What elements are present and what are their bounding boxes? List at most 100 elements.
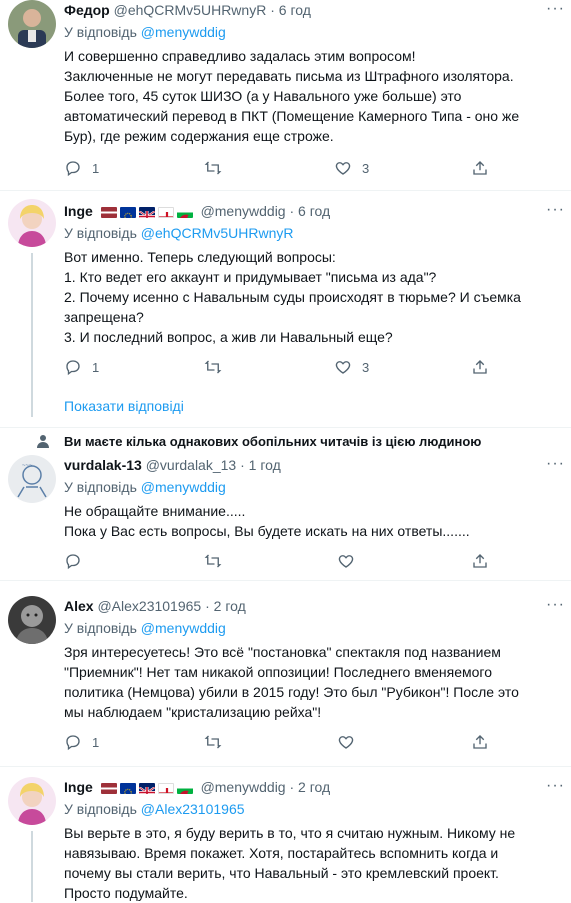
reply-count: 1	[92, 734, 100, 750]
author-handle[interactable]: @menywddig	[201, 779, 286, 795]
share-icon	[473, 360, 487, 374]
tweet-text: И совершенно справедливо задалась этим в…	[64, 46, 555, 146]
like-button[interactable]: 3	[334, 158, 369, 178]
tweet-3[interactable]: ~~~ vurdalak-13 @vurdalak_13 · 1 год У в…	[0, 455, 571, 580]
avatar-fedor[interactable]	[8, 0, 56, 48]
tweet-text-line: 1. Кто ведет его аккаунт и придумывает "…	[64, 269, 437, 285]
more-icon[interactable]: ···	[546, 201, 565, 219]
avatar-inge[interactable]	[8, 777, 56, 825]
reply-button[interactable]: 1	[64, 158, 99, 178]
tweet-text-line: автоматический перевод в ПКТ (Помещение …	[64, 108, 520, 124]
retweet-icon	[204, 161, 222, 175]
retweet-button[interactable]	[204, 551, 222, 571]
tweet-time[interactable]: 2 год	[214, 598, 246, 614]
flag-uk	[138, 782, 155, 794]
reply-context: У відповідь @ehQCRMv5UHRwnyR	[64, 223, 555, 243]
mutual-followers-note: Ви маєте кілька однакових обопільних чит…	[64, 434, 482, 449]
tweet-text-line: навязываю. Время покажет. Хотя, постарай…	[64, 845, 499, 861]
more-icon[interactable]: ···	[546, 0, 565, 18]
author-name[interactable]: Alex	[64, 598, 94, 614]
tweet-text-line: Бур), где режим содержания еще строже.	[64, 128, 334, 144]
share-button[interactable]	[471, 732, 489, 752]
more-icon[interactable]: ···	[546, 596, 565, 614]
avatar-inge[interactable]	[8, 199, 56, 247]
author-name[interactable]: Inge	[64, 779, 93, 795]
tweet-text-line: Заключенные не могут передавать письма и…	[64, 68, 514, 84]
tweet-2[interactable]: Inge @menywddig · 6 год У відповідь @ehQ…	[0, 191, 571, 427]
reply-prefix: У відповідь	[64, 479, 137, 495]
tweet-time[interactable]: 6 год	[279, 2, 311, 18]
tweet-text-line: И совершенно справедливо задалась этим в…	[64, 48, 416, 64]
reply-to-handle[interactable]: @menywddig	[141, 24, 226, 40]
action-bar: 1 3	[64, 158, 494, 178]
tweet-1[interactable]: Федор @ehQCRMv5UHRwnyR · 6 год У відпові…	[0, 0, 571, 190]
tweet-text: Вы верьте в это, я буду верить в то, что…	[64, 823, 555, 903]
reply-to-handle[interactable]: @menywddig	[141, 479, 226, 495]
tweet-5[interactable]: Inge @menywddig · 2 год У відповідь @Ale…	[0, 777, 571, 902]
author-name[interactable]: Inge	[64, 203, 93, 219]
tweet-header: Inge @menywddig · 6 год	[64, 201, 555, 221]
reply-to-handle[interactable]: @Alex23101965	[141, 801, 245, 817]
tweet-text-line: 3. И последний вопрос, а жив ли Навальны…	[64, 329, 393, 345]
tweet-text-line: Просто подумайте.	[64, 885, 188, 901]
reply-icon	[66, 360, 80, 376]
share-icon	[473, 161, 487, 175]
retweet-icon	[204, 554, 222, 568]
author-name[interactable]: vurdalak-13	[64, 457, 142, 473]
reply-prefix: У відповідь	[64, 620, 137, 636]
share-icon	[473, 554, 487, 568]
author-handle[interactable]: @ehQCRMv5UHRwnyR	[114, 2, 267, 18]
share-button[interactable]	[471, 551, 489, 571]
tweet-time[interactable]: 1 год	[249, 457, 281, 473]
reply-button[interactable]: 1	[64, 732, 99, 752]
tweet-header: Alex @Alex23101965 · 2 год	[64, 596, 555, 616]
tweet-text-line: запрещена?	[64, 309, 144, 325]
like-button[interactable]	[337, 732, 355, 752]
avatar-alex[interactable]	[8, 596, 56, 644]
author-handle[interactable]: @Alex23101965	[97, 598, 201, 614]
share-button[interactable]	[471, 357, 489, 377]
reply-context: У відповідь @menywddig	[64, 22, 555, 42]
retweet-button[interactable]	[204, 158, 222, 178]
retweet-button[interactable]	[204, 357, 222, 377]
retweet-icon	[204, 735, 222, 749]
share-button[interactable]	[471, 158, 489, 178]
flag-england	[157, 206, 174, 218]
reply-to-handle[interactable]: @ehQCRMv5UHRwnyR	[141, 225, 294, 241]
thread-line	[31, 831, 33, 902]
like-button[interactable]	[337, 551, 355, 571]
tweet-time[interactable]: 6 год	[298, 203, 330, 219]
reply-button[interactable]: 1	[64, 357, 99, 377]
author-name[interactable]: Федор	[64, 2, 110, 18]
tweet-text-line: политика (Немцова) убили в 2015 году! Эт…	[64, 684, 519, 700]
tweet-text-line: "Приемник"! Нет там никакой оппозиции! П…	[64, 664, 493, 680]
tweet-text-line: Не обращайте внимание.....	[64, 503, 246, 519]
avatar-vurdalak[interactable]: ~~~	[8, 455, 56, 503]
reply-count: 1	[92, 359, 100, 375]
reply-count: 1	[92, 160, 100, 176]
reply-to-handle[interactable]: @menywddig	[141, 620, 226, 636]
flag-latvia	[100, 782, 117, 794]
author-handle[interactable]: @vurdalak_13	[146, 457, 237, 473]
tweet-header: Федор @ehQCRMv5UHRwnyR · 6 год	[64, 0, 555, 20]
reply-button[interactable]	[64, 551, 92, 571]
flag-eu	[119, 206, 136, 218]
show-replies-link[interactable]: Показати відповіді	[64, 398, 184, 414]
divider	[0, 427, 571, 428]
more-icon[interactable]: ···	[546, 455, 565, 473]
separator-dot: ·	[240, 457, 245, 473]
retweet-button[interactable]	[204, 732, 222, 752]
flag-uk	[138, 206, 155, 218]
more-icon[interactable]: ···	[546, 777, 565, 795]
tweet-header: vurdalak-13 @vurdalak_13 · 1 год	[64, 455, 555, 475]
divider	[0, 580, 571, 581]
action-bar: 1	[64, 732, 494, 752]
like-button[interactable]: 3	[334, 357, 369, 377]
reply-prefix: У відповідь	[64, 225, 137, 241]
heart-icon	[338, 736, 354, 749]
tweet-time[interactable]: 2 год	[298, 779, 330, 795]
author-handle[interactable]: @menywddig	[201, 203, 286, 219]
reply-prefix: У відповідь	[64, 801, 137, 817]
divider	[0, 766, 571, 767]
tweet-4[interactable]: Alex @Alex23101965 · 2 год У відповідь @…	[0, 596, 571, 766]
